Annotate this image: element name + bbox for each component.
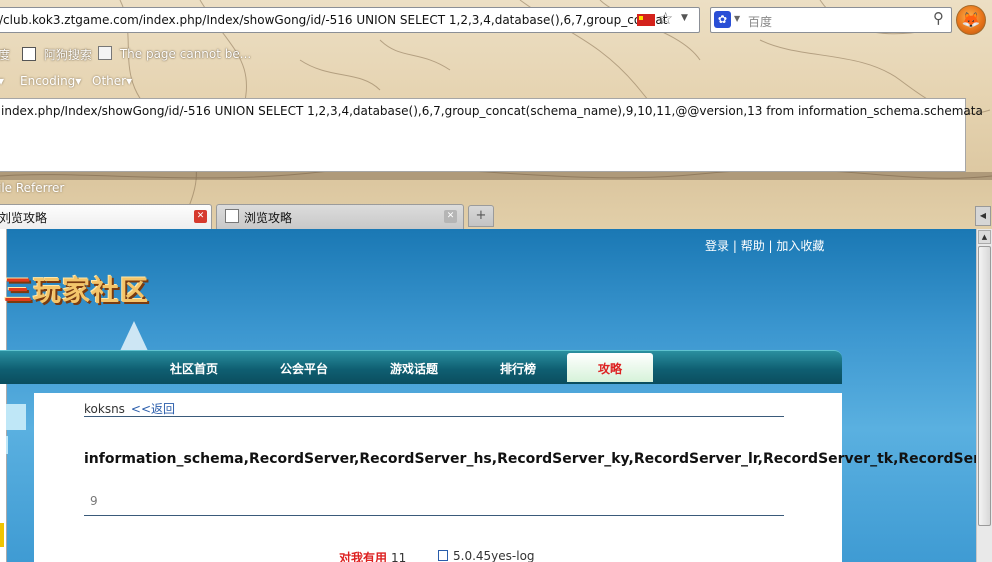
- back-link[interactable]: <<返回: [131, 402, 175, 416]
- other-menu[interactable]: Other▾: [92, 74, 132, 88]
- nav-guides-active[interactable]: 攻略: [567, 353, 653, 382]
- search-input[interactable]: 百度: [748, 13, 772, 30]
- tab-title[interactable]: 刘览攻略: [0, 209, 47, 226]
- web-page: 登录 | 帮助 | 加入收藏 三玩家社区 社区首页 公会平台 游戏话题 排行榜 …: [0, 229, 976, 562]
- logo-prefix: 三: [4, 274, 34, 307]
- new-tab-button[interactable]: +: [468, 205, 494, 227]
- bookmark-item[interactable]: 度: [0, 46, 10, 63]
- search-box[interactable]: ✿ ▼ 百度 ⚲: [710, 7, 952, 33]
- nav-game-topics[interactable]: 游戏话题: [390, 360, 438, 377]
- tab-inactive[interactable]: 浏览攻略 ✕: [216, 204, 464, 229]
- bookmark-item[interactable]: 阿狗搜索: [22, 46, 92, 63]
- page-icon: [22, 47, 36, 61]
- search-icon[interactable]: ⚲: [933, 9, 944, 27]
- menu-label[interactable]: Other: [92, 74, 126, 88]
- nav-community-home[interactable]: 社区首页: [170, 360, 218, 377]
- tab-title[interactable]: 浏览攻略: [244, 209, 292, 226]
- vertical-scrollbar[interactable]: ▲: [976, 229, 992, 562]
- bookmark-label[interactable]: 度: [0, 48, 10, 62]
- article-author-line: koksns <<返回: [84, 400, 175, 417]
- divider: [84, 515, 784, 516]
- useful-count: 11: [391, 551, 407, 562]
- encoding-menu[interactable]: Encoding▾: [20, 74, 81, 88]
- engine-dropdown-icon[interactable]: ▼: [734, 14, 740, 23]
- divider: [84, 416, 784, 417]
- bookmark-item[interactable]: The page cannot be...: [98, 46, 251, 61]
- menu-arrow[interactable]: ▾: [0, 74, 4, 88]
- document-icon: [98, 46, 112, 60]
- tab-active[interactable]: 刘览攻略 ✕: [0, 204, 212, 229]
- site-logo[interactable]: 三玩家社区: [4, 269, 149, 309]
- useful-vote[interactable]: 对我有用 11: [339, 549, 406, 562]
- scroll-up-icon[interactable]: ▲: [978, 230, 991, 244]
- author-name[interactable]: koksns: [84, 402, 125, 416]
- article-number: 9: [90, 494, 98, 508]
- add-favorite-link[interactable]: 加入收藏: [776, 239, 824, 253]
- version-text: 5.0.45yes-log: [453, 549, 535, 562]
- tab-scroll-icon[interactable]: ◀: [975, 206, 991, 226]
- hackbar-text[interactable]: index.php/Index/showGong/id/-516 UNION S…: [1, 104, 983, 118]
- side-marker: [0, 523, 4, 547]
- nav-rankings[interactable]: 排行榜: [500, 360, 536, 377]
- login-link[interactable]: 登录: [705, 239, 729, 253]
- address-url[interactable]: /club.kok3.ztgame.com/index.php/Index/sh…: [0, 13, 667, 27]
- bookmark-star-icon[interactable]: ☆: [658, 10, 673, 28]
- info-icon: [438, 550, 448, 561]
- help-link[interactable]: 帮助: [741, 239, 765, 253]
- chevron-down-icon[interactable]: ▼: [681, 13, 688, 23]
- sidebar-block: [6, 436, 8, 454]
- enable-referrer-label[interactable]: ile Referrer: [0, 181, 64, 195]
- nav-guild-platform[interactable]: 公会平台: [280, 360, 328, 377]
- logo-text: 玩家社区: [33, 274, 150, 307]
- close-icon[interactable]: ✕: [194, 210, 207, 223]
- baidu-paw-icon[interactable]: ✿: [714, 11, 731, 28]
- address-bar[interactable]: /club.kok3.ztgame.com/index.php/Index/sh…: [0, 7, 700, 33]
- hackbar-url-field[interactable]: index.php/Index/showGong/id/-516 UNION S…: [0, 98, 983, 172]
- main-nav: 社区首页 公会平台 游戏话题 排行榜 攻略: [0, 350, 842, 384]
- firefox-menu-icon[interactable]: 🦊: [956, 5, 986, 35]
- useful-label[interactable]: 对我有用: [339, 551, 387, 562]
- bookmark-label[interactable]: 阿狗搜索: [44, 48, 92, 62]
- browser-chrome: /club.kok3.ztgame.com/index.php/Index/sh…: [0, 0, 992, 229]
- bookmark-label[interactable]: The page cannot be...: [120, 47, 251, 61]
- sidebar-block: [6, 404, 26, 430]
- china-flag-icon: [637, 14, 655, 26]
- article-panel: koksns <<返回 information_schema,RecordServ…: [34, 393, 976, 562]
- document-icon: [225, 209, 239, 223]
- top-links: 登录 | 帮助 | 加入收藏: [705, 239, 825, 253]
- nav-guides-label[interactable]: 攻略: [567, 360, 653, 377]
- menu-label[interactable]: Encoding: [20, 74, 75, 88]
- article-title: information_schema,RecordServer,RecordSe…: [84, 451, 976, 467]
- scrollbar-thumb[interactable]: [978, 246, 991, 526]
- close-icon[interactable]: ✕: [444, 210, 457, 223]
- version-info: 5.0.45yes-log: [438, 549, 535, 562]
- decorative-peak: [120, 321, 148, 351]
